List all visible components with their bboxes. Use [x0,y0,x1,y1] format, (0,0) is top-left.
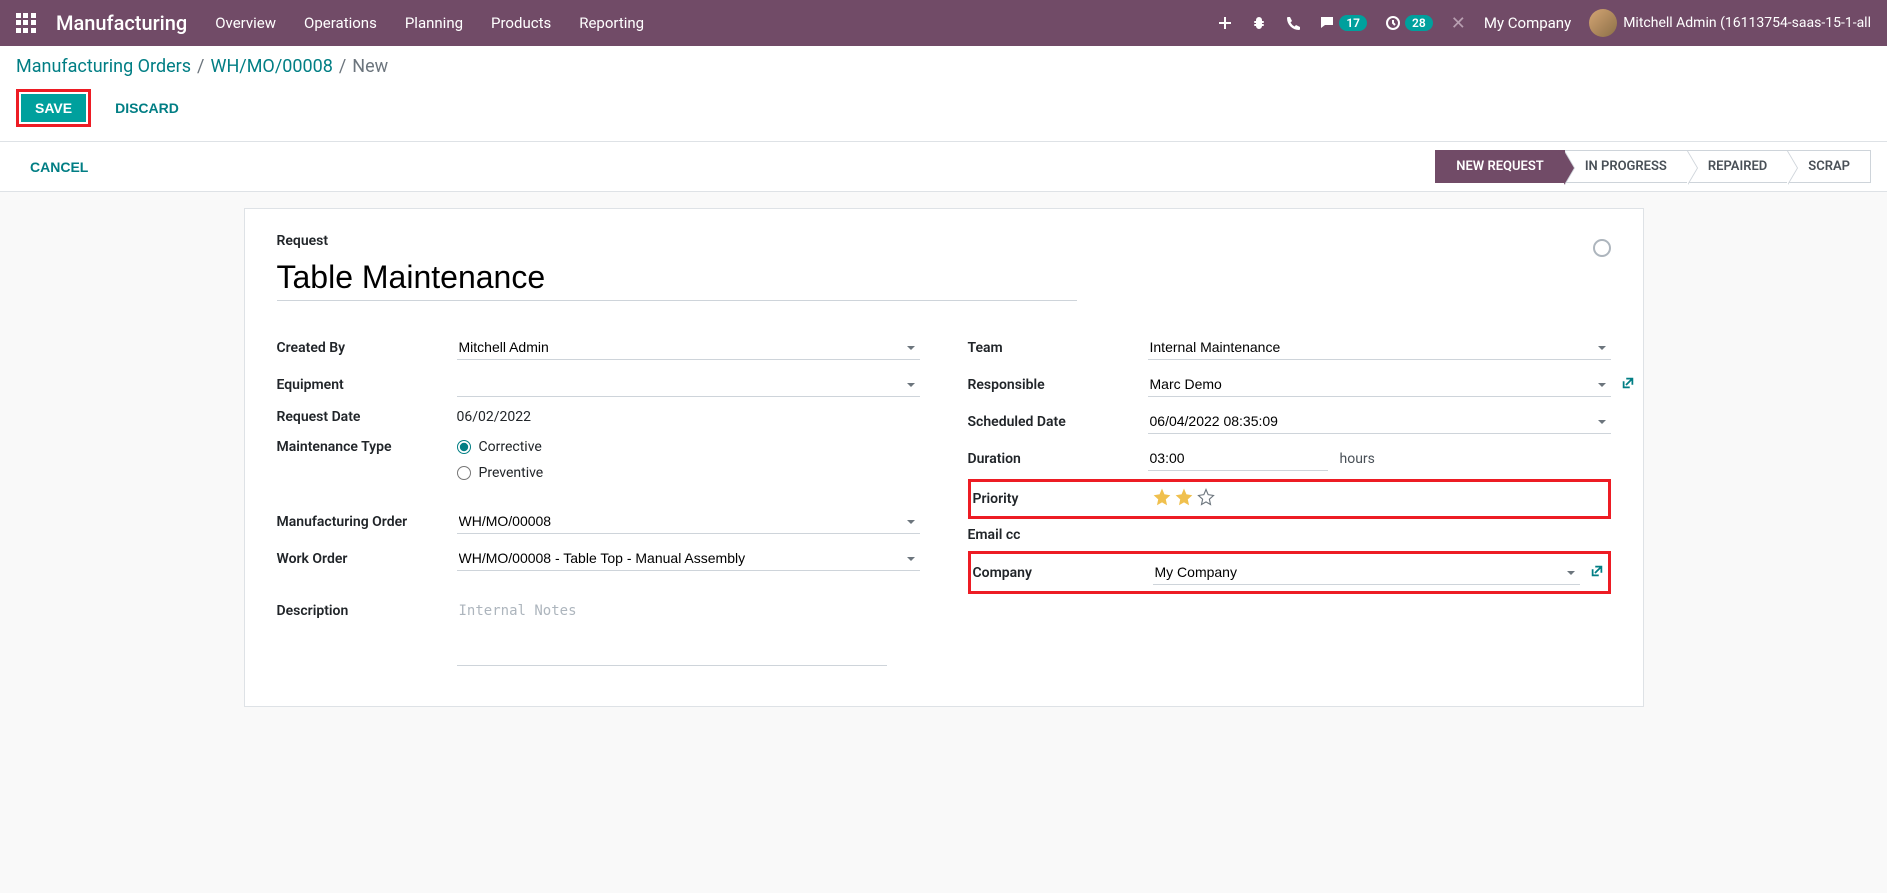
nav-operations[interactable]: Operations [304,14,377,32]
duration-unit: hours [1340,451,1375,467]
wo-label: Work Order [277,551,457,567]
breadcrumb-current: New [352,56,388,77]
team-label: Team [968,340,1148,356]
scheduled-label: Scheduled Date [968,414,1148,430]
save-button[interactable]: Save [21,94,86,122]
user-name: Mitchell Admin (16113754-saas-15-1-all [1623,15,1871,31]
activity-badge: 28 [1405,15,1433,31]
navbar-right: 17 28 ✕ My Company Mitchell Admin (16113… [1217,9,1871,37]
duration-label: Duration [968,451,1148,467]
priority-highlight: Priority [968,479,1611,519]
messaging-badge: 17 [1339,15,1367,31]
control-panel: Manufacturing Orders / WH/MO/00008 / New… [0,46,1887,142]
maintenance-type-group: Corrective Preventive [457,439,920,481]
star-icon[interactable] [1197,488,1215,510]
company-switcher[interactable]: My Company [1484,14,1571,32]
description-label: Description [277,597,457,666]
save-highlight: Save [16,89,91,127]
messaging-icon[interactable]: 17 [1319,15,1367,31]
responsible-field[interactable] [1148,372,1611,397]
form-sheet: Request Created By Equipment [244,208,1644,707]
title-input[interactable] [277,255,1077,301]
statusbar: NEW REQUEST IN PROGRESS REPAIRED SCRAP [1435,150,1871,183]
equipment-label: Equipment [277,377,457,393]
external-link-icon[interactable] [1590,564,1604,582]
request-label: Request [277,233,1077,249]
radio-preventive[interactable]: Preventive [457,465,920,481]
created-by-field[interactable] [457,335,920,360]
ribbon-toggle[interactable] [1593,239,1611,257]
radio-corrective[interactable]: Corrective [457,439,920,455]
star-icon[interactable] [1153,488,1171,510]
user-menu[interactable]: Mitchell Admin (16113754-saas-15-1-all [1589,9,1871,37]
cancel-button[interactable]: Cancel [16,153,102,181]
nav-products[interactable]: Products [491,14,551,32]
breadcrumb-root[interactable]: Manufacturing Orders [16,56,191,77]
right-column: Team Responsible Scheduled Date [968,329,1611,666]
mo-label: Manufacturing Order [277,514,457,530]
wo-field[interactable] [457,546,920,571]
description-input[interactable] [457,597,887,666]
left-column: Created By Equipment Request Date 06/02/… [277,329,920,666]
phone-icon[interactable] [1285,15,1301,31]
company-highlight: Company [968,551,1611,594]
created-by-label: Created By [277,340,457,356]
app-title: Manufacturing [56,11,187,35]
external-link-icon[interactable] [1621,376,1635,394]
responsible-label: Responsible [968,377,1148,393]
plus-icon[interactable] [1217,15,1233,31]
duration-field[interactable] [1148,446,1328,471]
priority-label: Priority [973,491,1153,507]
nav-menu: Overview Operations Planning Products Re… [215,14,644,32]
nav-planning[interactable]: Planning [405,14,463,32]
email-cc-label: Email cc [968,527,1148,543]
nav-reporting[interactable]: Reporting [579,14,644,32]
maintenance-type-label: Maintenance Type [277,439,457,455]
breadcrumb-parent[interactable]: WH/MO/00008 [210,56,332,77]
request-date-label: Request Date [277,409,457,425]
company-field[interactable] [1153,560,1580,585]
status-row: Cancel NEW REQUEST IN PROGRESS REPAIRED … [0,142,1887,192]
priority-stars [1153,488,1606,510]
form-columns: Created By Equipment Request Date 06/02/… [277,329,1611,666]
status-repaired[interactable]: REPAIRED [1688,150,1788,183]
status-in-progress[interactable]: IN PROGRESS [1565,150,1688,183]
mo-field[interactable] [457,509,920,534]
apps-icon[interactable] [16,13,36,33]
scheduled-field[interactable] [1148,409,1611,434]
sheet-header: Request [277,233,1611,301]
company-label: Company [973,565,1153,581]
main-navbar: Manufacturing Overview Operations Planni… [0,0,1887,46]
nav-overview[interactable]: Overview [215,14,276,32]
status-new-request[interactable]: NEW REQUEST [1435,150,1565,183]
discard-button[interactable]: Discard [101,94,193,122]
activity-icon[interactable]: 28 [1385,15,1433,31]
team-field[interactable] [1148,335,1611,360]
breadcrumb: Manufacturing Orders / WH/MO/00008 / New [16,56,1871,77]
avatar [1589,9,1617,37]
star-icon[interactable] [1175,488,1193,510]
bug-icon[interactable] [1251,15,1267,31]
close-icon[interactable]: ✕ [1451,13,1466,34]
cp-buttons: Save Discard [16,89,1871,127]
status-scrap[interactable]: SCRAP [1788,150,1871,183]
equipment-field[interactable] [457,372,920,397]
request-date-value: 06/02/2022 [457,409,532,425]
